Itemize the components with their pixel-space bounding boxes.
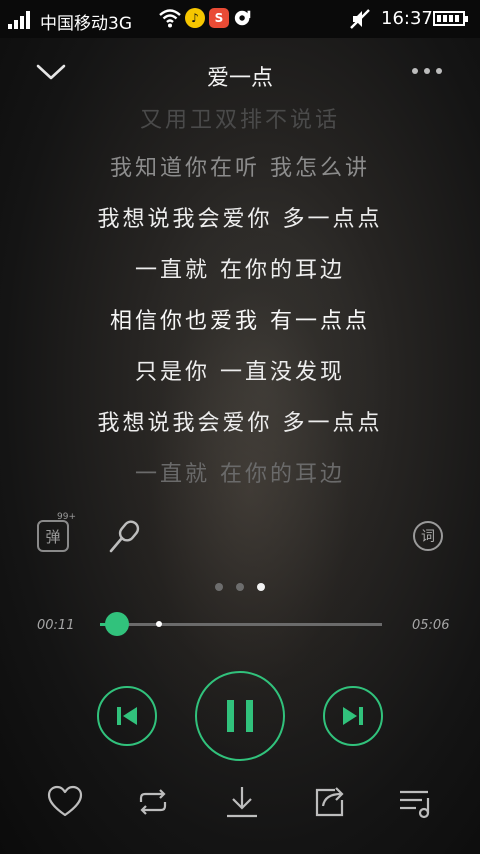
next-button[interactable] xyxy=(323,686,383,746)
clock: 16:37 xyxy=(381,8,433,29)
lyric-line: 我知道你在听 我怎么讲 xyxy=(110,156,370,181)
microphone-icon[interactable] xyxy=(107,518,143,554)
player-screen: 中国移动3G ♪ S 16:37 爱一点 又用卫双排不说话 我知道你在听 我怎么… xyxy=(0,0,480,854)
lyric-line: 一直就 在你的耳边 xyxy=(135,462,345,487)
danmu-button[interactable]: 弹 99+ xyxy=(37,512,76,552)
music-icon xyxy=(234,10,251,26)
lyrics-panel[interactable]: 又用卫双排不说话 我知道你在听 我怎么讲 我想说我会爱你 多一点点 一直就 在你… xyxy=(0,100,480,500)
progress-thumb[interactable] xyxy=(104,612,129,636)
danmu-icon: 弹 xyxy=(37,520,69,552)
elapsed-time: 00:11 xyxy=(37,618,75,633)
sogou-icon: S xyxy=(209,8,229,28)
pause-icon xyxy=(227,700,253,732)
wifi-icon xyxy=(159,9,181,28)
heart-icon[interactable] xyxy=(47,784,83,820)
skip-previous-icon xyxy=(117,707,137,725)
download-icon[interactable] xyxy=(224,784,260,820)
lyric-line: 我想说我会爱你 多一点点 xyxy=(97,411,383,436)
lyric-line-current: 相信你也爱我 有一点点 xyxy=(110,309,370,334)
lyric-line: 一直就 在你的耳边 xyxy=(135,258,345,283)
battery-icon xyxy=(433,11,468,26)
page-dot[interactable] xyxy=(236,583,244,591)
page-dot-active[interactable] xyxy=(257,583,265,591)
status-bar: 中国移动3G ♪ S 16:37 xyxy=(0,0,480,38)
play-pause-button[interactable] xyxy=(195,671,285,761)
share-icon[interactable] xyxy=(311,784,347,820)
lyric-line: 又用卫双排不说话 xyxy=(139,108,340,133)
qq-icon: ♪ xyxy=(185,8,205,28)
song-title: 爱一点 xyxy=(206,66,273,91)
lyric-line: 只是你 一直没发现 xyxy=(135,360,345,385)
more-dots-icon[interactable] xyxy=(410,64,444,78)
repeat-icon[interactable] xyxy=(135,784,171,820)
signal-icon xyxy=(8,11,32,29)
progress-track[interactable] xyxy=(100,612,382,636)
lyrics-toggle-button[interactable]: 词 xyxy=(413,521,443,551)
lyric-line: 我想说我会爱你 多一点点 xyxy=(97,207,383,232)
previous-button[interactable] xyxy=(97,686,157,746)
page-dot[interactable] xyxy=(215,583,223,591)
skip-next-icon xyxy=(343,707,363,725)
total-time: 05:06 xyxy=(412,618,450,633)
playlist-icon[interactable] xyxy=(398,784,434,820)
danmu-count-badge: 99+ xyxy=(57,512,76,522)
mute-icon xyxy=(350,9,370,29)
carrier-label: 中国移动3G xyxy=(40,14,132,34)
